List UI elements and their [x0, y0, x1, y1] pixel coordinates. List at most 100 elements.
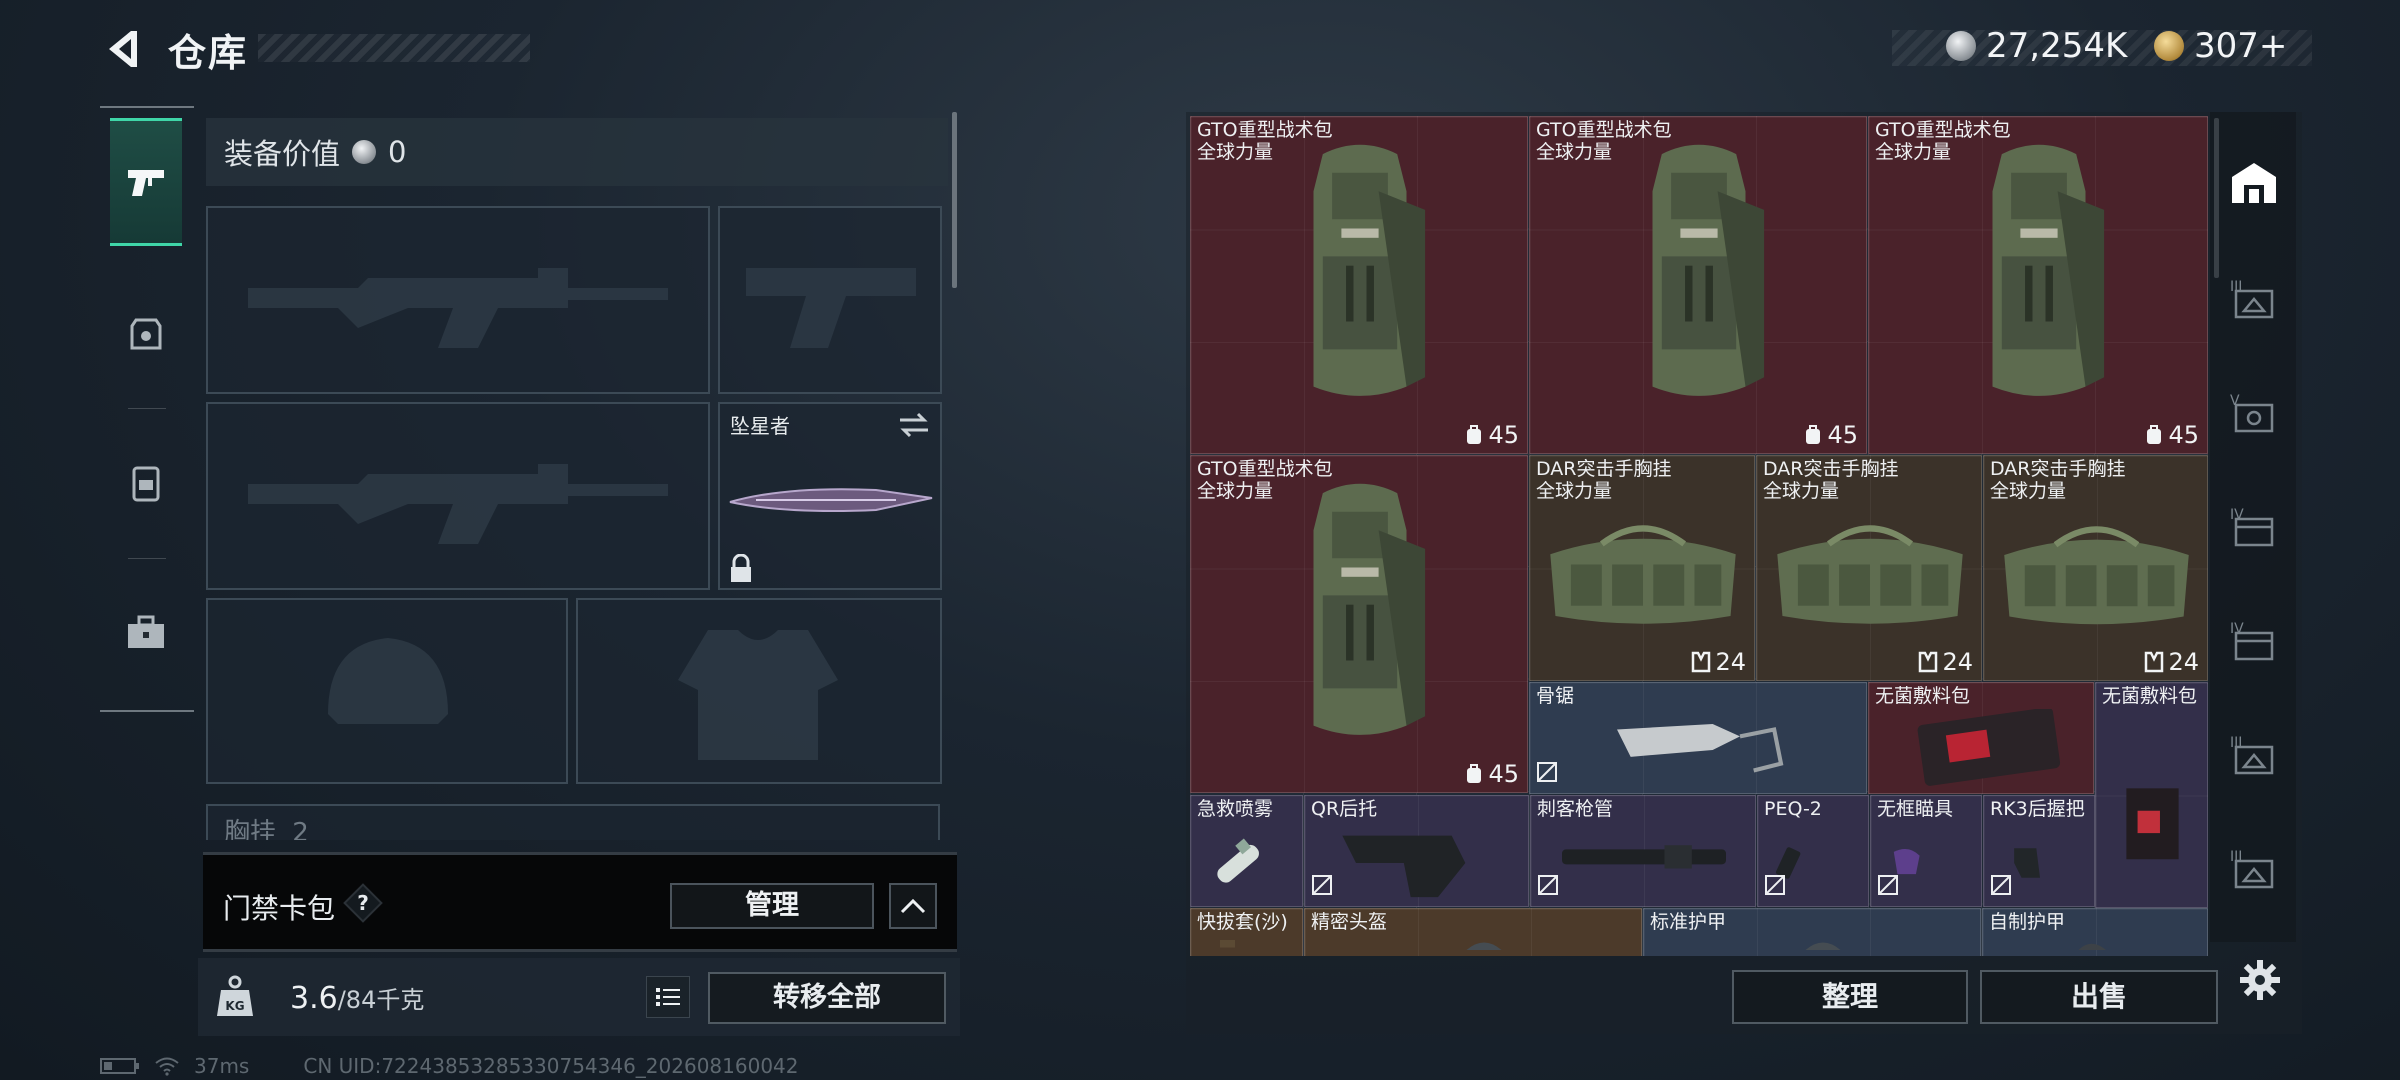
item-image — [1538, 709, 1860, 793]
storage-tab-5[interactable]: IV — [2224, 610, 2284, 670]
storage-item[interactable]: 标准护甲 — [1643, 908, 1981, 956]
manage-button[interactable]: 管理 — [670, 883, 874, 929]
category-gear[interactable] — [110, 268, 182, 396]
storage-item[interactable]: 刺客枪管 — [1530, 795, 1756, 907]
knife-icon — [729, 488, 933, 512]
chest-rig-capacity-icon — [1692, 651, 1711, 673]
storage-tab-7[interactable]: III — [2224, 838, 2284, 898]
kg-icon-text: KG — [225, 999, 244, 1013]
storage-item[interactable]: GTO重型战术包 全球力量 45 — [1190, 116, 1528, 454]
storage-item[interactable]: 急救喷雾 — [1190, 795, 1303, 907]
item-name: 精密头盔 — [1311, 911, 1388, 933]
keycard-bar: 门禁卡包 ? 管理 — [203, 852, 957, 952]
category-weapons[interactable] — [110, 118, 182, 246]
item-image — [2104, 709, 2201, 907]
chest-rig-icon — [1540, 513, 1746, 641]
armor-slot[interactable] — [576, 598, 942, 784]
weight-readout: 3.6/84千克 — [290, 980, 424, 1016]
storage-tab-all[interactable] — [2224, 152, 2284, 212]
storage-item[interactable]: DAR突击手胸挂 全球力量 24 — [1983, 455, 2208, 681]
sort-button[interactable]: 整理 — [1732, 970, 1968, 1024]
storage-tab-4[interactable]: IV — [2224, 496, 2284, 556]
wifi-icon — [155, 1057, 179, 1076]
vest-silhouette-icon — [678, 630, 838, 760]
help-icon-glyph: ? — [357, 891, 369, 915]
weight-max: /84千克 — [337, 986, 425, 1014]
item-capacity: 45 — [1464, 760, 1519, 788]
storage-item[interactable]: 精密头盔 — [1304, 908, 1642, 956]
storage-page-icon: IV — [2230, 621, 2274, 661]
collapse-button[interactable] — [889, 883, 937, 929]
item-capacity: 45 — [1803, 421, 1858, 449]
item-name: 无菌敷料包 — [1875, 685, 1971, 707]
rail-divider — [128, 558, 166, 559]
storage-item[interactable]: 无框瞄具 — [1870, 795, 1982, 907]
no-insurance-icon — [1765, 875, 1785, 895]
primary-weapon-slot[interactable] — [206, 206, 710, 394]
storage-item[interactable]: QR后托 — [1304, 795, 1529, 907]
uid-text: CN UID:72243853285330754346_202608160042 — [303, 1054, 799, 1078]
storage-item[interactable]: PEQ-2 — [1757, 795, 1869, 907]
item-image — [1313, 822, 1522, 906]
backpack-icon — [1267, 125, 1453, 429]
storage-item[interactable]: RK3后握把 — [1983, 795, 2095, 907]
backpack-icon — [132, 466, 160, 502]
gold-currency[interactable]: 307+ — [2154, 26, 2287, 66]
storage-item[interactable]: GTO重型战术包 全球力量 45 — [1529, 116, 1867, 454]
weight-kg-icon: KG — [217, 975, 253, 1016]
item-brand: 全球力量 — [1536, 480, 1613, 502]
storage-item[interactable]: DAR突击手胸挂 全球力量 24 — [1756, 455, 1982, 681]
item-name: 无菌敷料包 — [2102, 685, 2198, 707]
storage-tab-2[interactable]: III — [2224, 268, 2284, 328]
chest-rig-label: 胸挂 — [224, 818, 277, 840]
item-capacity-value: 45 — [2168, 421, 2199, 449]
item-name: GTO重型战术包 — [1536, 119, 1672, 141]
storage-item[interactable]: 自制护甲 — [1982, 908, 2208, 956]
no-insurance-icon — [1537, 874, 1559, 900]
storage-item[interactable]: 快拔套(沙) — [1190, 908, 1303, 956]
weight-current: 3.6 — [290, 981, 338, 1016]
item-capacity: 45 — [1464, 421, 1519, 449]
category-toolbox[interactable] — [110, 568, 182, 696]
storage-item[interactable]: DAR突击手胸挂 全球力量 24 — [1529, 455, 1755, 681]
item-name: GTO重型战术包 — [1875, 119, 2011, 141]
weight-bar: KG 3.6/84千克 转移全部 — [198, 958, 960, 1036]
category-rail — [100, 106, 194, 712]
weight-icon: KG — [210, 968, 260, 1024]
item-capacity-value: 24 — [2168, 648, 2199, 676]
rifle-silhouette-icon — [248, 268, 668, 348]
storage-tab-6[interactable]: III — [2224, 724, 2284, 784]
melee-slot[interactable]: 坠星者 — [718, 402, 942, 590]
backpack-icon — [1606, 125, 1792, 429]
chest-rig-count: 2 — [292, 818, 309, 840]
helmet-slot[interactable] — [206, 598, 568, 784]
item-brand: 全球力量 — [1536, 141, 1613, 163]
sidearm-slot[interactable] — [718, 206, 942, 394]
settings-button[interactable] — [2230, 950, 2290, 1010]
backpack-capacity-icon — [1467, 425, 1482, 444]
storage-item[interactable]: 无菌敷料包 — [1868, 682, 2094, 794]
chest-rig-slot[interactable]: 胸挂 2 — [206, 804, 940, 840]
storage-item[interactable]: GTO重型战术包 全球力量 45 — [1190, 455, 1528, 793]
pistol-silhouette-icon — [746, 268, 916, 348]
storage-tab-3[interactable]: V — [2224, 382, 2284, 442]
no-insurance-icon — [1536, 761, 1558, 787]
item-name: GTO重型战术包 — [1197, 458, 1333, 480]
swap-arrows-icon[interactable] — [898, 412, 930, 438]
storage-item[interactable]: 骨锯 — [1529, 682, 1867, 794]
list-view-button[interactable] — [646, 976, 690, 1018]
item-name: RK3后握把 — [1990, 798, 2085, 820]
loadout-scrollbar[interactable] — [952, 112, 957, 288]
category-backpack[interactable] — [110, 418, 182, 546]
backpack-capacity-icon — [1806, 425, 1821, 444]
transfer-all-button[interactable]: 转移全部 — [708, 972, 946, 1024]
item-brand: 全球力量 — [1197, 480, 1274, 502]
storage-item[interactable]: 无菌敷料包 — [2095, 682, 2208, 908]
storage-item[interactable]: GTO重型战术包 全球力量 45 — [1868, 116, 2208, 454]
sell-button[interactable]: 出售 — [1980, 970, 2218, 1024]
gold-amount: 307+ — [2194, 26, 2288, 66]
back-button[interactable] — [98, 24, 148, 74]
no-insurance-icon — [1991, 875, 2011, 895]
item-image — [1877, 707, 2087, 793]
secondary-weapon-slot[interactable] — [206, 402, 710, 590]
